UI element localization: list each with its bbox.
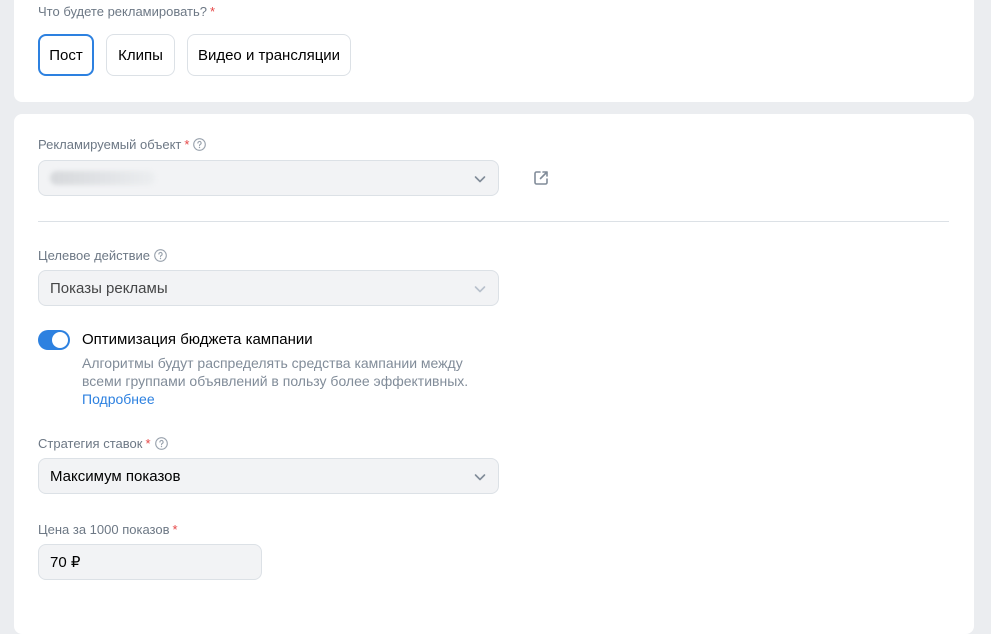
bid-strategy-select[interactable]: Максимум показов: [38, 458, 499, 494]
budget-optimization-description: Алгоритмы будут распределять средства ка…: [82, 354, 482, 408]
ad-object-label-text: Рекламируемый объект: [38, 137, 182, 152]
ad-object-select[interactable]: [38, 160, 499, 196]
ad-type-card: Что будете рекламировать? * Пост Клипы В…: [14, 0, 974, 102]
required-mark: *: [172, 522, 178, 537]
bid-strategy-label: Стратегия ставок *: [38, 436, 168, 451]
section-divider: [38, 221, 949, 222]
ad-object-label: Рекламируемый объект *: [38, 137, 207, 152]
ad-type-video-button[interactable]: Видео и трансляции: [187, 34, 351, 76]
target-action-label: Целевое действие: [38, 248, 167, 263]
ad-type-video-label: Видео и трансляции: [197, 46, 341, 64]
chevron-down-icon: [474, 176, 486, 183]
budget-optimization-description-text: Алгоритмы будут распределять средства ка…: [82, 355, 469, 389]
price-input[interactable]: 70 ₽: [38, 544, 262, 580]
ad-type-clips-button[interactable]: Клипы: [106, 34, 175, 76]
budget-optimization-toggle[interactable]: [38, 330, 70, 350]
ad-type-label: Что будете рекламировать? *: [38, 4, 215, 19]
toggle-knob: [52, 332, 68, 348]
price-label: Цена за 1000 показов *: [38, 522, 178, 537]
required-mark: *: [184, 137, 190, 152]
bid-strategy-label-text: Стратегия ставок: [38, 436, 143, 451]
ad-type-post-button[interactable]: Пост: [38, 34, 94, 76]
help-icon[interactable]: [154, 437, 168, 450]
price-value: 70 ₽: [50, 554, 81, 571]
budget-optimization-title: Оптимизация бюджета кампании: [82, 331, 313, 348]
price-label-text: Цена за 1000 показов: [38, 522, 170, 537]
ad-object-value-hidden: [50, 171, 155, 185]
learn-more-link[interactable]: Подробнее: [82, 391, 155, 407]
ad-type-post-label: Пост: [49, 46, 83, 64]
chevron-down-icon: [474, 286, 486, 293]
ad-type-clips-label: Клипы: [118, 46, 163, 64]
target-action-value: Показы рекламы: [50, 279, 168, 297]
ad-type-label-text: Что будете рекламировать?: [38, 4, 208, 19]
required-mark: *: [145, 436, 151, 451]
help-icon[interactable]: [154, 249, 167, 262]
required-mark: *: [210, 4, 216, 19]
external-link-icon[interactable]: [532, 169, 550, 187]
bid-strategy-value: Максимум показов: [50, 467, 181, 485]
chevron-down-icon: [474, 474, 486, 481]
target-action-select: Показы рекламы: [38, 270, 499, 306]
help-icon[interactable]: [193, 138, 207, 151]
target-action-label-text: Целевое действие: [38, 248, 150, 263]
campaign-settings-card: Рекламируемый объект * Целевое действие …: [14, 114, 974, 634]
